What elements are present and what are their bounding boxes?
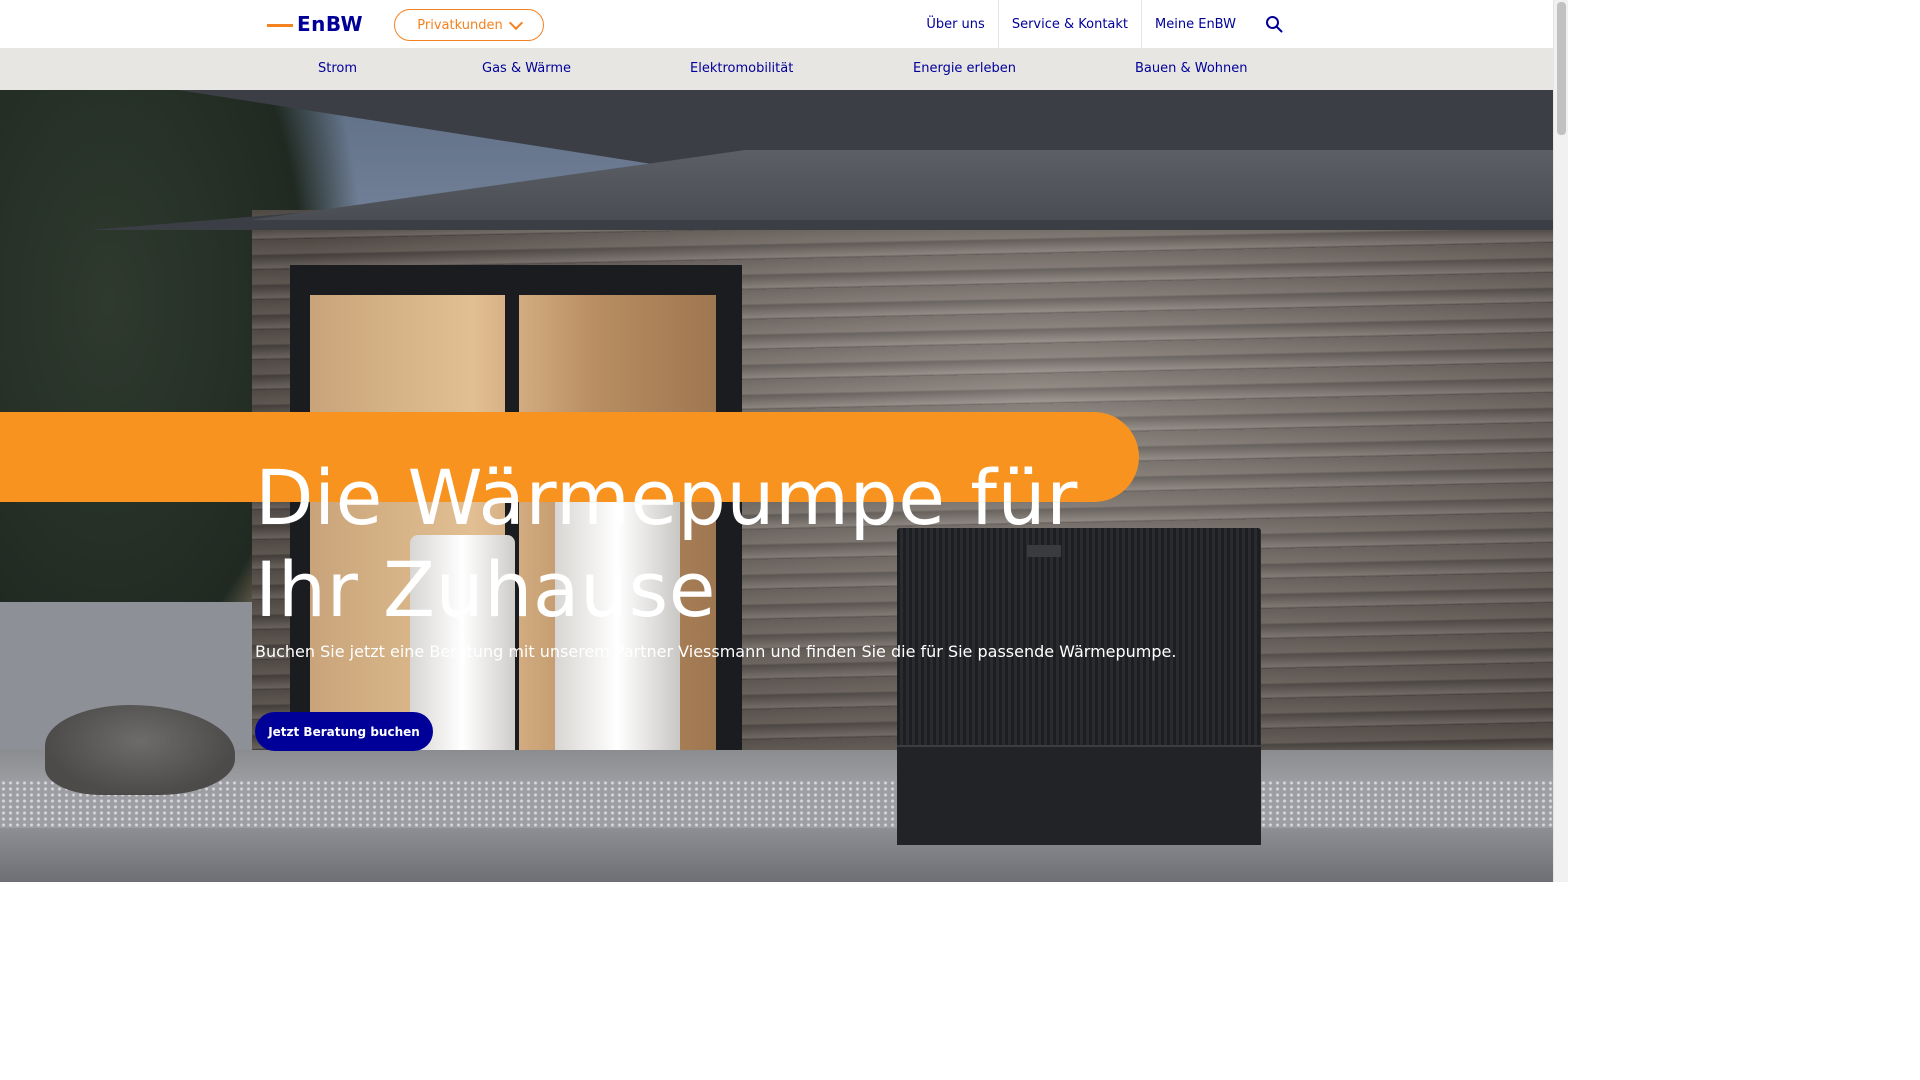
customer-segment-dropdown[interactable]: Privatkunden	[394, 9, 544, 41]
search-icon	[1266, 16, 1283, 33]
hero-headline: Die Wärmepumpe für Ihr Zuhause	[255, 452, 1155, 636]
top-header: EnBW Privatkunden Über uns Service & Kon…	[0, 0, 1553, 49]
link-service-kontakt[interactable]: Service & Kontakt	[999, 0, 1143, 48]
hero-banner: Die Wärmepumpe für Ihr Zuhause Buchen Si…	[0, 90, 1553, 882]
logo-line	[267, 23, 293, 27]
nav-elektromobilitaet[interactable]: Elektromobilität	[690, 61, 793, 76]
hero-subline: Buchen Sie jetzt eine Beratung mit unser…	[255, 642, 1177, 661]
scrollbar-thumb[interactable]	[1557, 2, 1566, 135]
nav-strom[interactable]: Strom	[318, 61, 357, 76]
nav-bauen-wohnen[interactable]: Bauen & Wohnen	[1135, 61, 1248, 76]
link-ueber-uns[interactable]: Über uns	[913, 0, 999, 48]
chevron-down-icon	[508, 15, 523, 30]
main-navigation: Strom Gas & Wärme Elektromobilität Energ…	[0, 49, 1553, 90]
headline-line-1: Die Wärmepumpe für	[255, 453, 1078, 542]
page-scrollbar[interactable]	[1553, 0, 1568, 882]
search-button[interactable]	[1249, 0, 1299, 48]
gravel	[0, 780, 1553, 830]
curb	[0, 828, 1553, 882]
logo-text: EnBW	[297, 12, 364, 36]
nav-gas-waerme[interactable]: Gas & Wärme	[482, 61, 571, 76]
heat-pump-base	[897, 745, 1261, 845]
enbw-logo[interactable]: EnBW	[267, 12, 363, 36]
link-meine-enbw[interactable]: Meine EnBW	[1142, 0, 1249, 48]
nav-energie-erleben[interactable]: Energie erleben	[913, 61, 1016, 76]
book-consultation-button[interactable]: Jetzt Beratung buchen	[255, 712, 433, 751]
segment-label: Privatkunden	[417, 17, 503, 33]
top-links: Über uns Service & Kontakt Meine EnBW	[913, 0, 1249, 48]
headline-line-2: Ihr Zuhause	[255, 545, 716, 634]
